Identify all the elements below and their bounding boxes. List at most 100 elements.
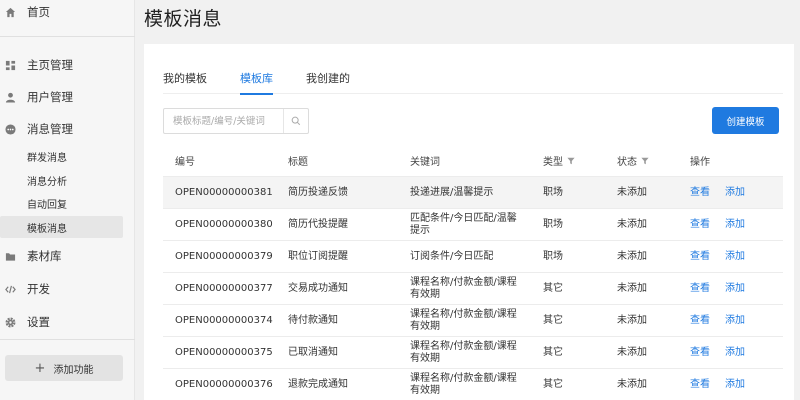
sidebar-item-label: 主页管理 [27,58,73,72]
column-header-label: 标题 [288,157,308,168]
cell-id: OPEN00000000380 [175,219,273,230]
cell-status: 未添加 [617,219,647,230]
column-header-keywords: 关键词 [410,153,440,168]
cell-id: OPEN00000000374 [175,315,273,326]
table-row[interactable]: OPEN00000000380 简历代投提醒 匹配条件/今日匹配/温馨提示 职场 未添加… [163,208,783,240]
sidebar-item-message-management[interactable]: 消息管理 [0,117,135,141]
add-feature-button[interactable]: + 添加功能 [5,355,123,381]
add-link[interactable]: 添加 [725,177,745,209]
page-title: 模板消息 [144,8,223,30]
cell-keywords: 课程名称/付款金额/课程有效期 [410,309,517,332]
cell-status: 未添加 [617,283,647,294]
tab-my-templates[interactable]: 我的模板 [163,72,207,94]
cell-title: 简历代投提醒 [288,219,348,230]
cell-keywords: 课程名称/付款金额/课程有效期 [410,277,517,300]
view-link[interactable]: 查看 [690,305,710,337]
sidebar-subitem-label: 自动回复 [27,199,67,211]
sidebar-subitem-template-message[interactable]: 模板消息 [0,216,123,238]
table-row[interactable]: OPEN00000000377 交易成功通知 课程名称/付款金额/课程有效期 其它 未添… [163,272,783,304]
add-link[interactable]: 添加 [725,337,745,369]
sidebar-subitem-analytics[interactable]: 消息分析 [0,169,123,191]
divider [0,339,135,340]
sidebar-item-label: 首页 [27,5,50,19]
home-icon [5,7,16,18]
cell-status: 未添加 [617,315,647,326]
cell-type: 其它 [543,283,563,294]
tab-template-library[interactable]: 模板库 [240,72,273,95]
column-header-type: 类型 [543,153,575,168]
cell-status: 未添加 [617,379,647,390]
add-link[interactable]: 添加 [725,241,745,273]
filter-icon[interactable] [641,157,649,165]
table-row[interactable]: OPEN00000000375 已取消通知 课程名称/付款金额/课程有效期 其它 未添加… [163,336,783,368]
code-icon [5,284,16,295]
gear-icon [5,317,16,328]
plus-icon: + [34,360,46,376]
sidebar-subitem-auto-reply[interactable]: 自动回复 [0,192,123,214]
cell-type: 其它 [543,379,563,390]
cell-title: 待付款通知 [288,315,338,326]
search-input[interactable] [164,109,283,133]
sidebar-subitem-label: 群发消息 [27,152,67,164]
user-icon [5,92,16,103]
sidebar-subitem-broadcast[interactable]: 群发消息 [0,145,123,167]
sidebar-item-user-management[interactable]: 用户管理 [0,85,135,109]
sidebar-item-home[interactable]: 首页 [0,0,135,24]
grid-icon [5,60,16,71]
view-link[interactable]: 查看 [690,177,710,209]
column-header-label: 编号 [175,157,195,168]
view-link[interactable]: 查看 [690,369,710,400]
sidebar-item-homepage-management[interactable]: 主页管理 [0,53,135,77]
column-header-label: 状态 [617,157,637,168]
sidebar-item-settings[interactable]: 设置 [0,310,135,334]
search-button[interactable] [283,109,308,133]
sidebar-item-develop[interactable]: 开发 [0,277,135,301]
divider [0,36,135,37]
cell-status: 未添加 [617,187,647,198]
cell-status: 未添加 [617,347,647,358]
cell-id: OPEN00000000379 [175,251,273,262]
table-row[interactable]: OPEN00000000381 简历投递反馈 投递进展/温馨提示 职场 未添加 查看 添加 [163,176,783,208]
add-link[interactable]: 添加 [725,305,745,337]
sidebar-item-label: 开发 [27,282,50,296]
cell-type: 其它 [543,315,563,326]
add-link[interactable]: 添加 [725,273,745,305]
folder-icon [5,251,16,262]
sidebar-subitem-label: 模板消息 [27,223,67,235]
add-link[interactable]: 添加 [725,209,745,241]
cell-title: 已取消通知 [288,347,338,358]
sidebar-subitem-label: 消息分析 [27,176,67,188]
column-header-title: 标题 [288,153,308,168]
cell-title: 退款完成通知 [288,379,348,390]
cell-id: OPEN00000000381 [175,187,273,198]
column-header-label: 操作 [690,157,710,168]
view-link[interactable]: 查看 [690,337,710,369]
cell-keywords: 课程名称/付款金额/课程有效期 [410,373,517,396]
view-link[interactable]: 查看 [690,209,710,241]
sidebar-item-label: 消息管理 [27,122,73,136]
add-link[interactable]: 添加 [725,369,745,400]
cell-title: 交易成功通知 [288,283,348,294]
tab-bar: 我的模板 模板库 我创建的 [163,72,783,95]
cell-keywords: 投递进展/温馨提示 [410,187,494,198]
cell-type: 职场 [543,251,563,262]
view-link[interactable]: 查看 [690,273,710,305]
content-panel: 我的模板 模板库 我创建的 创建模板 编号 标题 关键词 类型 状态 操作 OP… [144,44,794,400]
table-row[interactable]: OPEN00000000376 退款完成通知 课程名称/付款金额/课程有效期 其它 未添… [163,368,783,400]
column-header-label: 关键词 [410,157,440,168]
create-template-button[interactable]: 创建模板 [712,107,779,134]
view-link[interactable]: 查看 [690,241,710,273]
sidebar-item-label: 设置 [27,315,50,329]
sidebar-item-label: 用户管理 [27,90,73,104]
table-row[interactable]: OPEN00000000379 职位订阅提醒 订阅条件/今日匹配 职场 未添加 查看 添加 [163,240,783,272]
table-row[interactable]: OPEN00000000374 待付款通知 课程名称/付款金额/课程有效期 其它 未添加… [163,304,783,336]
sidebar-item-material-library[interactable]: 素材库 [0,244,135,268]
tab-created-by-me[interactable]: 我创建的 [306,72,350,94]
cell-title: 职位订阅提醒 [288,251,348,262]
message-icon [5,123,16,135]
column-header-id: 编号 [175,153,195,168]
sidebar-item-label: 素材库 [27,249,62,263]
add-feature-label: 添加功能 [53,364,94,376]
filter-icon[interactable] [567,157,575,165]
cell-keywords: 匹配条件/今日匹配/温馨提示 [410,213,517,236]
